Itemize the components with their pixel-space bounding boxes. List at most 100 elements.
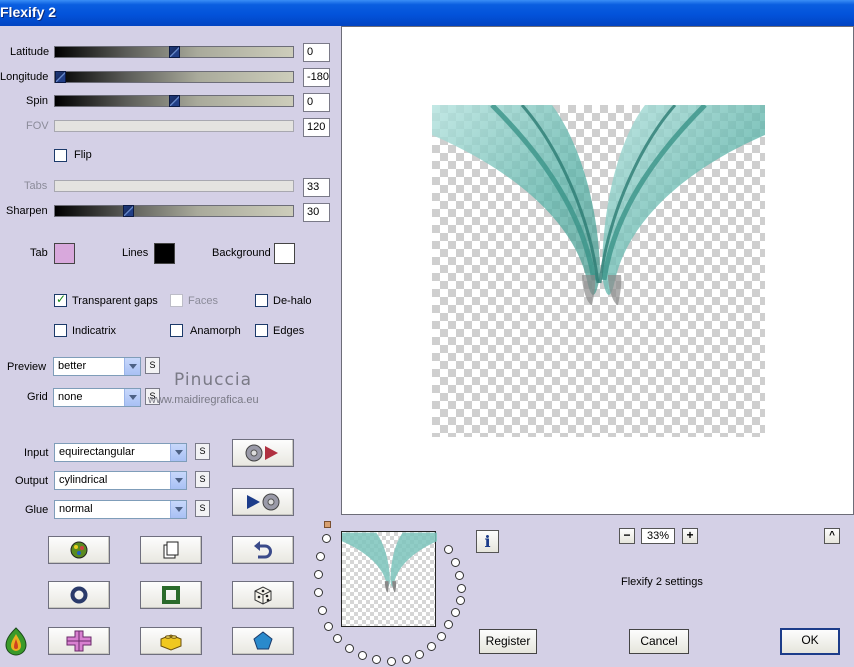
fov-label: FOV — [26, 120, 49, 132]
edges-checkbox[interactable] — [255, 324, 268, 337]
dice-icon — [254, 586, 272, 605]
preview-quality-select[interactable]: better — [53, 357, 141, 376]
longitude-slider[interactable] — [54, 71, 294, 83]
arrow-disc-icon — [247, 493, 280, 511]
orbit-dot — [455, 571, 464, 580]
tab-color-swatch[interactable] — [54, 243, 75, 264]
undo-arrow-icon — [254, 541, 272, 559]
indicatrix-label: Indicatrix — [72, 325, 117, 337]
orbit-dot — [324, 622, 333, 631]
orbit-dot — [444, 545, 453, 554]
orbit-dot — [415, 650, 424, 659]
grid-select[interactable]: none — [53, 388, 141, 407]
randomize-colors-button[interactable] — [48, 536, 110, 564]
yellow-block-icon — [160, 634, 182, 651]
anamorph-label: Anamorph — [190, 325, 241, 337]
ring-button[interactable] — [48, 581, 110, 609]
lines-color-swatch[interactable] — [154, 243, 175, 264]
de-halo-label: De-halo — [273, 295, 312, 307]
latitude-label: Latitude — [10, 46, 50, 58]
orbit-dot — [444, 620, 453, 629]
tabs-value[interactable]: 33 — [303, 178, 330, 197]
edges-label: Edges — [273, 325, 305, 337]
zoom-in-button[interactable]: + — [682, 528, 698, 544]
collapse-button[interactable]: ^ — [824, 528, 840, 544]
pink-cross-icon — [66, 630, 92, 652]
preview-quality-value: better — [58, 360, 87, 372]
latitude-value[interactable]: 0 — [303, 43, 330, 62]
block-button[interactable] — [140, 627, 202, 655]
indicatrix-checkbox[interactable] — [54, 324, 67, 337]
orbit-handle[interactable] — [324, 521, 331, 528]
output-projection-value: cylindrical — [59, 474, 108, 486]
sharpen-slider-thumb[interactable] — [123, 205, 134, 217]
orbit-dot — [456, 596, 465, 605]
pentagon-button[interactable] — [232, 627, 294, 655]
cross-button[interactable] — [48, 627, 110, 655]
chevron-down-icon[interactable] — [170, 501, 186, 518]
chevron-down-icon[interactable] — [124, 389, 140, 406]
input-projection-select[interactable]: equirectangular — [54, 443, 187, 462]
status-text: Flexify 2 settings — [621, 576, 703, 588]
zoom-out-button[interactable]: − — [619, 528, 635, 544]
preview-quality-label: Preview — [7, 361, 47, 373]
ok-button[interactable]: OK — [780, 628, 840, 655]
orbit-dot — [314, 570, 323, 579]
grid-label: Grid — [27, 391, 48, 403]
anamorph-checkbox[interactable] — [170, 324, 183, 337]
disc-arrow-icon — [245, 444, 278, 462]
flip-label: Flip — [74, 149, 92, 161]
undo-button[interactable] — [232, 536, 294, 564]
swap-input-button[interactable] — [232, 439, 294, 467]
longitude-slider-thumb[interactable] — [55, 71, 66, 83]
spin-label: Spin — [26, 95, 49, 107]
swap-output-button[interactable] — [232, 488, 294, 516]
glue-value: normal — [59, 503, 93, 515]
spin-value[interactable]: 0 — [303, 93, 330, 112]
tabs-label: Tabs — [24, 180, 48, 192]
zoom-level: 33% — [641, 528, 675, 544]
input-s-button[interactable]: S — [195, 443, 210, 460]
orbit-dot — [333, 634, 342, 643]
register-button[interactable]: Register — [479, 629, 537, 654]
sharpen-slider[interactable] — [54, 205, 294, 217]
preview-image[interactable] — [432, 105, 765, 437]
spin-slider[interactable] — [54, 95, 294, 107]
chevron-down-icon[interactable] — [124, 358, 140, 375]
spin-slider-thumb[interactable] — [169, 95, 180, 107]
copy-button[interactable] — [140, 536, 202, 564]
tabs-slider — [54, 180, 294, 192]
glue-s-button[interactable]: S — [195, 500, 210, 517]
flaming-pear-icon — [5, 627, 27, 656]
preview-s-button[interactable]: S — [145, 357, 160, 374]
frame-button[interactable] — [140, 581, 202, 609]
square-frame-icon — [162, 586, 180, 604]
flip-checkbox[interactable] — [54, 149, 67, 162]
longitude-label: Longitude — [0, 71, 49, 83]
fov-slider — [54, 120, 294, 132]
orbit-dot — [358, 651, 367, 660]
fov-value[interactable]: 120 — [303, 118, 330, 137]
chevron-down-icon[interactable] — [170, 444, 186, 461]
preview-canvas[interactable] — [341, 26, 854, 515]
transparent-gaps-checkbox[interactable]: ✓ — [54, 292, 67, 307]
orbit-dot — [314, 588, 323, 597]
latitude-slider-thumb[interactable] — [169, 46, 180, 58]
sharpen-value[interactable]: 30 — [303, 203, 330, 222]
randomize-button[interactable] — [232, 581, 294, 609]
orbit-dot — [322, 534, 331, 543]
cancel-button[interactable]: Cancel — [629, 629, 689, 654]
orbit-dot — [457, 584, 466, 593]
glue-select[interactable]: normal — [54, 500, 187, 519]
background-color-swatch[interactable] — [274, 243, 295, 264]
faces-checkbox — [170, 294, 183, 307]
sharpen-label: Sharpen — [6, 205, 48, 217]
info-button[interactable]: i — [476, 530, 499, 553]
de-halo-checkbox[interactable] — [255, 294, 268, 307]
output-s-button[interactable]: S — [195, 471, 210, 488]
longitude-value[interactable]: -180 — [303, 68, 330, 87]
output-projection-select[interactable]: cylindrical — [54, 471, 187, 490]
latitude-slider[interactable] — [54, 46, 294, 58]
navigator-thumbnail[interactable] — [341, 531, 437, 627]
chevron-down-icon[interactable] — [170, 472, 186, 489]
